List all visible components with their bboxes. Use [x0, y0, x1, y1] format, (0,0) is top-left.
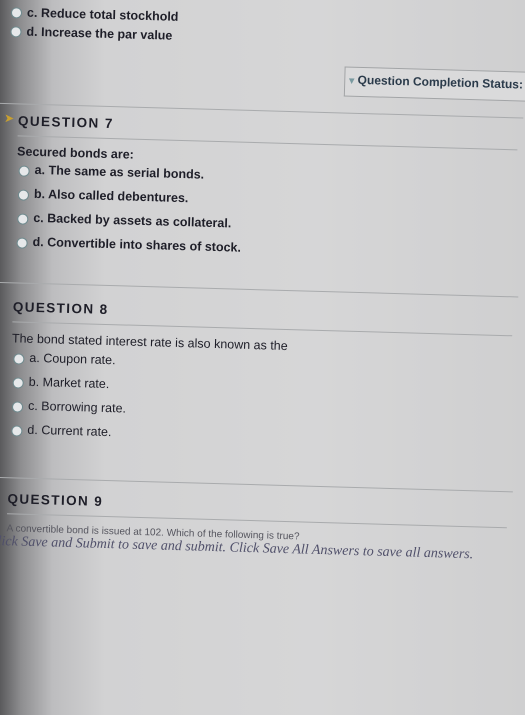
radio-top-d[interactable] [10, 26, 22, 38]
radio-q7-a[interactable] [18, 165, 30, 177]
option-letter: d. [26, 24, 38, 39]
option-top-c[interactable]: c. Reduce total stockhold [27, 6, 179, 24]
option-letter: b. [28, 374, 40, 390]
question-8-title: QUESTION 8 [12, 299, 109, 318]
chevron-down-icon: ▾ [349, 75, 355, 87]
radio-q8-a[interactable] [13, 353, 25, 365]
option-letter: d. [32, 234, 44, 250]
pin-icon: ➤ [3, 111, 15, 126]
option-text: Backed by assets as collateral. [47, 211, 232, 231]
option-text: Coupon rate. [43, 351, 116, 368]
option-letter: a. [34, 162, 46, 178]
option-text: Convertible into shares of stock. [47, 235, 242, 255]
option-text: Market rate. [42, 375, 110, 392]
radio-top-c[interactable] [10, 7, 23, 19]
option-text: Current rate. [41, 423, 112, 440]
divider [0, 476, 513, 493]
option-q8-a[interactable]: a. Coupon rate. [29, 351, 116, 367]
option-top-d[interactable]: d. Increase the par value [26, 25, 172, 43]
option-letter: c. [26, 5, 38, 20]
question-7-prompt: Secured bonds are: [16, 144, 135, 162]
radio-q8-c[interactable] [11, 401, 24, 413]
option-text: Reduce total stockhold [40, 6, 179, 24]
option-letter: d. [27, 422, 39, 438]
divider [0, 281, 519, 298]
option-q7-c[interactable]: c. Backed by assets as collateral. [33, 211, 231, 231]
option-q7-b[interactable]: b. Also called debentures. [34, 187, 189, 205]
option-q7-d[interactable]: d. Convertible into shares of stock. [32, 235, 241, 255]
quiz-page: c. Reduce total stockhold d. Increase th… [0, 0, 525, 713]
question-9-title: QUESTION 9 [7, 491, 104, 509]
radio-q8-d[interactable] [11, 425, 23, 437]
option-q8-d[interactable]: d. Current rate. [27, 423, 111, 439]
radio-q7-d[interactable] [16, 237, 28, 249]
option-letter: c. [27, 398, 38, 414]
option-q8-b[interactable]: b. Market rate. [29, 375, 110, 391]
option-q8-c[interactable]: c. Borrowing rate. [28, 399, 126, 416]
question-8-prompt: The bond stated interest rate is also kn… [11, 331, 288, 354]
option-letter: c. [33, 210, 44, 226]
option-letter: a. [29, 350, 41, 366]
option-text: Also called debentures. [47, 187, 189, 206]
option-letter: b. [33, 186, 46, 202]
option-text: The same as serial bonds. [48, 163, 205, 182]
option-text: Increase the par value [40, 25, 173, 43]
question-7-title: QUESTION 7 [17, 113, 114, 132]
option-q7-a[interactable]: a. The same as serial bonds. [34, 163, 204, 182]
radio-q7-b[interactable] [17, 189, 30, 201]
radio-q8-b[interactable] [12, 377, 24, 389]
option-text: Borrowing rate. [41, 399, 127, 416]
radio-q7-c[interactable] [17, 213, 29, 225]
